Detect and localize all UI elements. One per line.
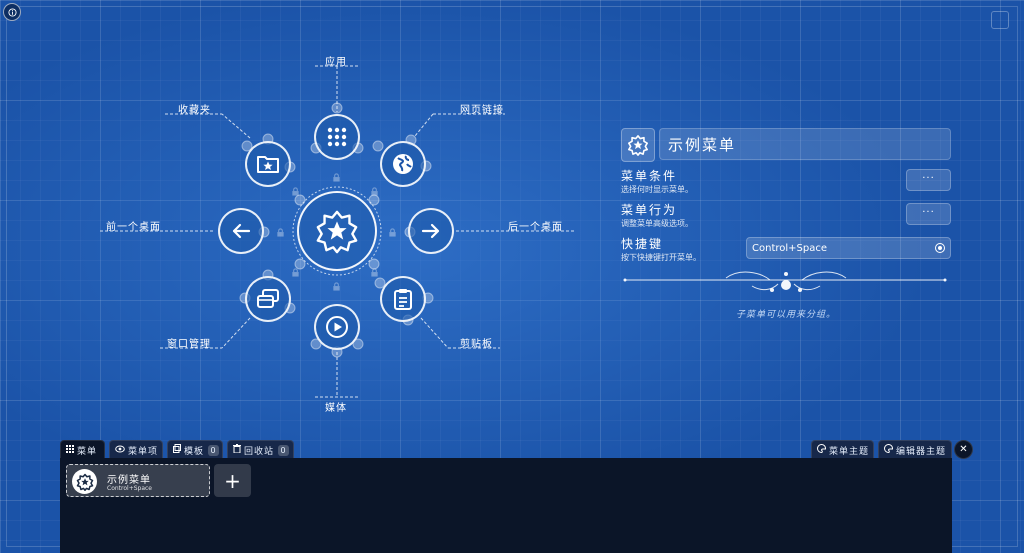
lock-icon [371, 268, 378, 277]
behavior-subtitle: 调整菜单高级选项。 [621, 219, 693, 228]
badge-star-icon [316, 210, 358, 254]
trash-icon [233, 444, 241, 456]
arrow-left-icon [232, 223, 251, 239]
folder-star-icon [257, 156, 279, 173]
conditions-button[interactable]: ··· [906, 169, 951, 191]
copy-icon [173, 444, 181, 456]
badge-star-icon [628, 135, 648, 156]
lock-icon [292, 268, 299, 277]
tab-menu-items-label: 菜单项 [128, 446, 159, 457]
lock-icon [292, 187, 299, 196]
tab-editor-themes[interactable]: 编辑器主题 [878, 440, 952, 459]
lock-icon [371, 187, 378, 196]
radial-label-prev-desktop: 前一个桌面 [106, 222, 161, 233]
radial-label-apps: 应用 [325, 57, 347, 68]
menu-list-item[interactable]: 示例菜单 Control+Space [66, 464, 210, 497]
clipboard-icon [394, 289, 412, 310]
tab-trash-label: 回收站 [244, 446, 275, 457]
conditions-subtitle: 选择何时显示菜单。 [621, 185, 693, 194]
tab-trash[interactable]: 回收站 0 [227, 440, 294, 459]
tab-menu-items[interactable]: 菜单项 [109, 440, 163, 459]
radial-item-next-desktop[interactable] [408, 208, 454, 254]
radial-label-next-desktop: 后一个桌面 [508, 222, 563, 233]
radial-label-window-management: 窗口管理 [167, 339, 211, 350]
radial-item-prev-desktop[interactable] [218, 208, 264, 254]
trash-count-badge: 0 [278, 444, 290, 456]
tab-menus[interactable]: 菜单 [60, 440, 105, 459]
grid-icon [327, 127, 347, 147]
templates-count-badge: 0 [208, 444, 220, 456]
close-drawer-button[interactable]: ✕ [954, 440, 973, 459]
radial-label-media: 媒体 [325, 403, 347, 414]
menu-center-button[interactable] [297, 191, 377, 271]
behavior-title: 菜单行为 [621, 203, 678, 217]
tab-templates[interactable]: 模板 0 [167, 440, 223, 459]
radial-item-favorites[interactable] [245, 141, 291, 187]
radial-label-clipboard: 剪贴板 [460, 339, 493, 350]
close-icon: ✕ [959, 444, 968, 455]
shortcut-subtitle: 按下快捷键打开菜单。 [621, 253, 701, 262]
menu-icon-picker[interactable] [621, 128, 655, 162]
conditions-title: 菜单条件 [621, 169, 678, 183]
shortcut-value: Control+Space [752, 242, 827, 254]
eye-icon [115, 445, 125, 456]
badge-star-icon [72, 469, 97, 494]
record-icon[interactable] [935, 243, 945, 253]
tab-editor-themes-label: 编辑器主题 [896, 446, 947, 457]
radial-item-window-management[interactable] [245, 276, 291, 322]
menu-name-input[interactable]: 示例菜单 [659, 128, 951, 160]
palette-icon [817, 443, 827, 456]
grid-icon [66, 444, 74, 456]
menu-list-item-title: 示例菜单 [107, 475, 151, 486]
shortcut-title: 快捷键 [621, 237, 664, 251]
lock-icon [389, 228, 396, 237]
shortcut-field[interactable]: Control+Space [746, 237, 951, 259]
globe-icon [393, 154, 413, 174]
tab-menus-label: 菜单 [77, 446, 98, 457]
radial-item-clipboard[interactable] [380, 276, 426, 322]
windows-icon [257, 289, 279, 308]
add-menu-button[interactable]: + [214, 464, 251, 497]
behavior-button[interactable]: ··· [906, 203, 951, 225]
lock-icon [333, 282, 340, 291]
radial-item-weblinks[interactable] [380, 141, 426, 187]
tab-menu-themes-label: 菜单主题 [829, 446, 870, 457]
radial-item-apps[interactable] [314, 114, 360, 160]
plus-icon: + [224, 468, 241, 493]
radial-label-weblinks: 网页链接 [460, 105, 504, 116]
editor-canvas: 应用 网页链接 后一个桌面 剪贴板 媒体 窗口管理 前一个桌面 收藏夹 示例菜单… [0, 0, 1024, 553]
radial-label-favorites: 收藏夹 [178, 105, 211, 116]
submenu-hint: 子菜单可以用来分组。 [735, 310, 836, 320]
radial-item-media[interactable] [314, 304, 360, 350]
menu-list-item-shortcut: Control+Space [107, 485, 152, 492]
palette-icon [884, 443, 894, 456]
tab-templates-label: 模板 [184, 446, 205, 457]
lock-icon [333, 173, 340, 182]
tab-menu-themes[interactable]: 菜单主题 [811, 440, 874, 459]
lock-icon [277, 228, 284, 237]
arrow-right-icon [421, 223, 440, 239]
play-icon [326, 316, 348, 338]
